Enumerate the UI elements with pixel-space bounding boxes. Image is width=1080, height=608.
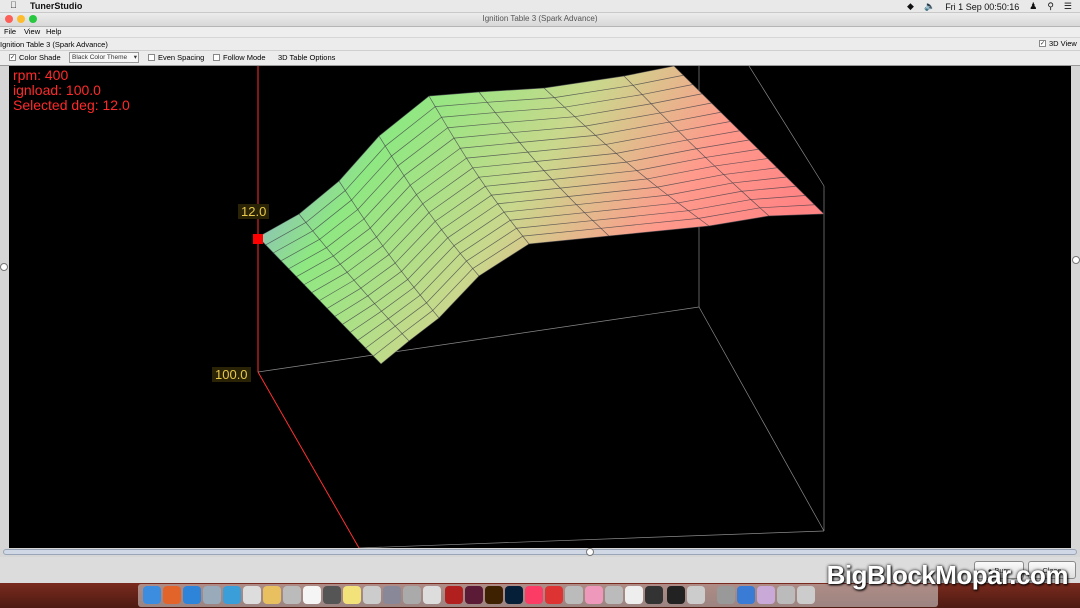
rss-icon[interactable]	[565, 586, 583, 604]
photos-icon[interactable]	[585, 586, 603, 604]
load-axis-value-label: 100.0	[212, 367, 251, 382]
window-titlebar: Ignition Table 3 (Spark Advance)	[0, 13, 1080, 27]
stickies-icon[interactable]	[343, 586, 361, 604]
z-axis-value-label: 12.0	[238, 204, 270, 219]
theme-select-value: Black Color Theme	[72, 54, 128, 61]
globe-icon[interactable]	[737, 586, 755, 604]
rpm-readout: rpm: 400	[13, 67, 69, 83]
java-icon[interactable]	[687, 586, 705, 604]
stack-icon[interactable]	[777, 586, 795, 604]
left-resize-handle[interactable]	[0, 263, 8, 271]
3d-surface-plot[interactable]	[9, 66, 1071, 548]
box-edge	[358, 530, 825, 548]
surface-fill	[258, 66, 824, 364]
calendar-icon[interactable]	[303, 586, 321, 604]
even-spacing-checkbox[interactable]	[148, 54, 155, 61]
view3d-checkbox[interactable]: ✓	[1039, 40, 1046, 47]
chevron-down-icon: ▾	[133, 54, 137, 61]
window-title: Ignition Table 3 (Spark Advance)	[482, 14, 598, 23]
load-readout: ignload: 100.0	[13, 82, 101, 98]
selected-point[interactable]	[253, 234, 263, 244]
illustrator-icon[interactable]	[485, 586, 503, 604]
theme-select[interactable]: Black Color Theme ▾	[69, 52, 139, 63]
3d-table-viewport[interactable]: rpm: 400 ignload: 100.0 Selected deg: 12…	[9, 66, 1071, 548]
view3d-label: 3D View	[1049, 39, 1077, 48]
app-menu: File View Help	[0, 27, 1080, 37]
rotation-slider[interactable]	[3, 548, 1077, 556]
panel-header: Ignition Table 3 (Spark Advance) ✓ 3D Vi…	[0, 38, 1080, 51]
user-icon[interactable]: ♟	[1029, 1, 1037, 12]
webcam-icon[interactable]	[403, 586, 421, 604]
volume-icon[interactable]: 🔈	[924, 1, 935, 12]
color-shade-label: Color Shade	[19, 53, 61, 62]
table-toolbar: ✓ Color Shade Black Color Theme ▾ Even Sp…	[0, 51, 1080, 66]
mail-icon[interactable]	[243, 586, 261, 604]
macos-menubar:  TunerStudio ◆ 🔈 Fri 1 Sep 00:50:16 ♟ ⚲…	[0, 0, 1080, 13]
right-resize-handle[interactable]	[1072, 256, 1080, 264]
itunes-icon[interactable]	[525, 586, 543, 604]
even-spacing-label: Even Spacing	[158, 53, 205, 62]
panel-title: Ignition Table 3 (Spark Advance)	[0, 40, 108, 49]
firefox-icon[interactable]	[163, 586, 181, 604]
box-edge	[698, 306, 825, 532]
photo-booth-icon[interactable]	[545, 586, 563, 604]
status-area: ◆ 🔈 Fri 1 Sep 00:50:16 ♟ ⚲ ☰	[907, 1, 1072, 12]
box-edge	[257, 306, 700, 373]
selected-deg-readout: Selected deg: 12.0	[13, 97, 130, 113]
terminal-icon[interactable]	[667, 586, 685, 604]
finder-icon[interactable]	[143, 586, 161, 604]
menu-view[interactable]: View	[24, 27, 40, 36]
telegram-icon[interactable]	[223, 586, 241, 604]
safari-icon[interactable]	[183, 586, 201, 604]
document-icon[interactable]	[423, 586, 441, 604]
photoshop-icon[interactable]	[505, 586, 523, 604]
indesign-icon[interactable]	[465, 586, 483, 604]
preview-icon[interactable]	[203, 586, 221, 604]
menu-help[interactable]: Help	[46, 27, 61, 36]
follow-mode-checkbox[interactable]	[213, 54, 220, 61]
notifications-icon[interactable]: ☰	[1064, 1, 1072, 12]
follow-mode-label: Follow Mode	[223, 53, 266, 62]
textedit-icon[interactable]	[323, 586, 341, 604]
clock[interactable]: Fri 1 Sep 00:50:16	[945, 2, 1019, 12]
downloads-folder-icon[interactable]	[717, 586, 735, 604]
dropbox-icon[interactable]: ◆	[907, 1, 914, 12]
contacts-icon[interactable]	[283, 586, 301, 604]
table-options-button[interactable]: 3D Table Options	[278, 53, 335, 62]
chess-icon[interactable]	[605, 586, 623, 604]
printer-icon[interactable]	[383, 586, 401, 604]
apple-icon[interactable]: 	[10, 0, 17, 10]
acrobat-icon[interactable]	[445, 586, 463, 604]
color-shade-checkbox[interactable]: ✓	[9, 54, 16, 61]
rotation-slider-knob[interactable]	[586, 548, 594, 556]
watermark: BigBlockMopar.com	[826, 560, 1069, 590]
app-name[interactable]: TunerStudio	[30, 1, 82, 11]
load-axis-line	[257, 371, 360, 548]
search-icon[interactable]: ⚲	[1047, 1, 1054, 12]
trash-icon[interactable]	[797, 586, 815, 604]
file-icon[interactable]	[625, 586, 643, 604]
notes-icon[interactable]	[263, 586, 281, 604]
script-icon[interactable]	[363, 586, 381, 604]
surface-mesh	[257, 66, 825, 365]
tunerstudio-dock-icon[interactable]	[645, 586, 663, 604]
menu-file[interactable]: File	[4, 27, 16, 36]
folder-icon[interactable]	[757, 586, 775, 604]
